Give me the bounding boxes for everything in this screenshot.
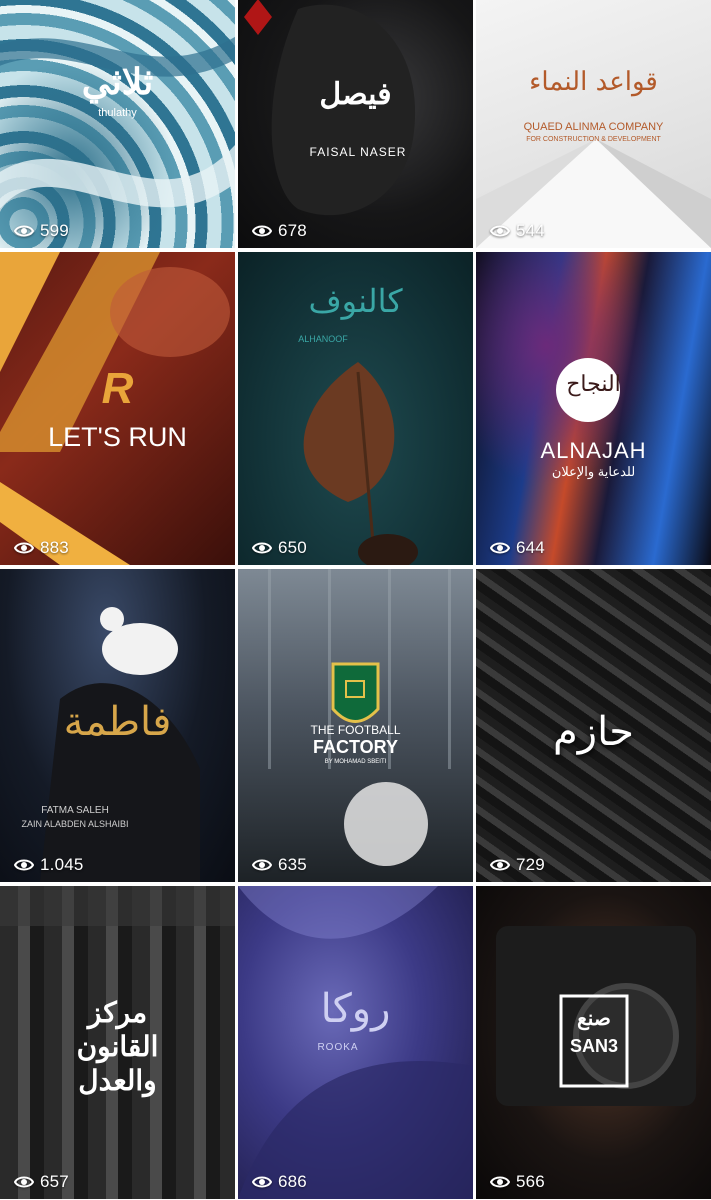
eye-icon: [252, 1176, 272, 1188]
logo-subtitle-2: للدعاية والإعلان: [551, 464, 636, 479]
gallery-item[interactable]: روكا ROOKA 686: [238, 886, 473, 1199]
artwork-image: [0, 0, 235, 248]
logo-text: صنع: [577, 1008, 611, 1030]
view-count: 686: [252, 1172, 307, 1192]
gallery-item[interactable]: مركز القانون والعدل 657: [0, 886, 235, 1199]
logo-subtitle-2: BY MOHAMAD SBEITI: [324, 759, 387, 765]
gallery-item[interactable]: THE FOOTBALL FACTORY BY MOHAMAD SBEITI 6…: [238, 569, 473, 882]
gallery-item[interactable]: R LET'S RUN 883: [0, 252, 235, 565]
eye-icon: [14, 1176, 34, 1188]
logo-subtitle: FAISAL NASER: [309, 145, 407, 159]
logo-subtitle-2: ZAIN ALABDEN ALSHAIBI: [21, 819, 129, 829]
eye-icon: [14, 225, 34, 237]
logo-subtitle: ALNAJAH: [540, 438, 647, 463]
view-count-value: 657: [40, 1172, 69, 1191]
view-count: 657: [14, 1172, 69, 1192]
gallery-item[interactable]: فاطمة FATMA SALEH ZAIN ALABDEN ALSHAIBI …: [0, 569, 235, 882]
portfolio-grid: ثلاثي thulathy 599 فيصل FAISAL NASER 678: [0, 0, 711, 1199]
view-count: 599: [14, 221, 69, 241]
gallery-item[interactable]: قواعد النماء QUAED ALINMA COMPANY FOR CO…: [476, 0, 711, 248]
eye-icon: [14, 859, 34, 871]
view-count-value: 544: [516, 221, 545, 240]
eye-icon: [490, 859, 510, 871]
view-count-value: 599: [40, 221, 69, 240]
eye-icon: [252, 542, 272, 554]
logo-subtitle: FACTORY: [312, 737, 398, 757]
logo-text: حازم: [553, 709, 634, 755]
eye-icon: [490, 225, 510, 237]
view-count: 650: [252, 538, 307, 558]
gallery-item[interactable]: صنع SAN3 566: [476, 886, 711, 1199]
view-count-value: 635: [278, 855, 307, 874]
logo-subtitle: LET'S RUN: [48, 422, 187, 452]
eye-icon: [490, 542, 510, 554]
view-count: 883: [14, 538, 69, 558]
view-count-value: 686: [278, 1172, 307, 1191]
logo-subtitle-2: FOR CONSTRUCTION & DEVELOPMENT: [526, 136, 661, 143]
logo-text: فيصل: [319, 77, 392, 112]
view-count: 678: [252, 221, 307, 241]
logo-subtitle: thulathy: [98, 107, 137, 119]
logo-text: THE FOOTBALL: [310, 723, 401, 737]
logo-text: ثلاثي: [81, 61, 154, 102]
logo-mark: R: [101, 364, 134, 413]
gallery-item[interactable]: فيصل FAISAL NASER 678: [238, 0, 473, 248]
eye-icon: [14, 542, 34, 554]
view-count-value: 678: [278, 221, 307, 240]
view-count-value: 644: [516, 538, 545, 557]
logo-text: مركز القانون والعدل: [76, 997, 159, 1096]
view-count: 644: [490, 538, 545, 558]
view-count-value: 729: [516, 855, 545, 874]
logo-subtitle: SAN3: [569, 1036, 618, 1056]
eye-icon: [490, 1176, 510, 1188]
logo-subtitle: ALHANOOF: [298, 334, 348, 344]
gallery-item[interactable]: كالنوف ALHANOOF 650: [238, 252, 473, 565]
view-count: 544: [490, 221, 545, 241]
view-count: 635: [252, 855, 307, 875]
gallery-item[interactable]: حازم 729: [476, 569, 711, 882]
view-count-value: 566: [516, 1172, 545, 1191]
view-count: 566: [490, 1172, 545, 1192]
eye-icon: [252, 225, 272, 237]
logo-text: روكا: [320, 986, 391, 1032]
artwork-image: [476, 252, 711, 565]
logo-text: النجاح: [566, 372, 621, 397]
logo-text: فاطمة: [63, 699, 172, 745]
logo-subtitle: QUAED ALINMA COMPANY: [523, 121, 664, 133]
gallery-item[interactable]: ثلاثي thulathy 599: [0, 0, 235, 248]
logo-subtitle: FATMA SALEH: [41, 805, 109, 816]
view-count: 729: [490, 855, 545, 875]
view-count-value: 883: [40, 538, 69, 557]
artwork-image: [238, 0, 473, 248]
logo-text: قواعد النماء: [529, 67, 658, 97]
logo-text: كالنوف: [308, 282, 403, 320]
view-count-value: 1.045: [40, 855, 84, 874]
view-count-value: 650: [278, 538, 307, 557]
gallery-item[interactable]: النجاح ALNAJAH للدعاية والإعلان 644: [476, 252, 711, 565]
eye-icon: [252, 859, 272, 871]
view-count: 1.045: [14, 855, 84, 875]
logo-subtitle: ROOKA: [317, 1042, 359, 1053]
